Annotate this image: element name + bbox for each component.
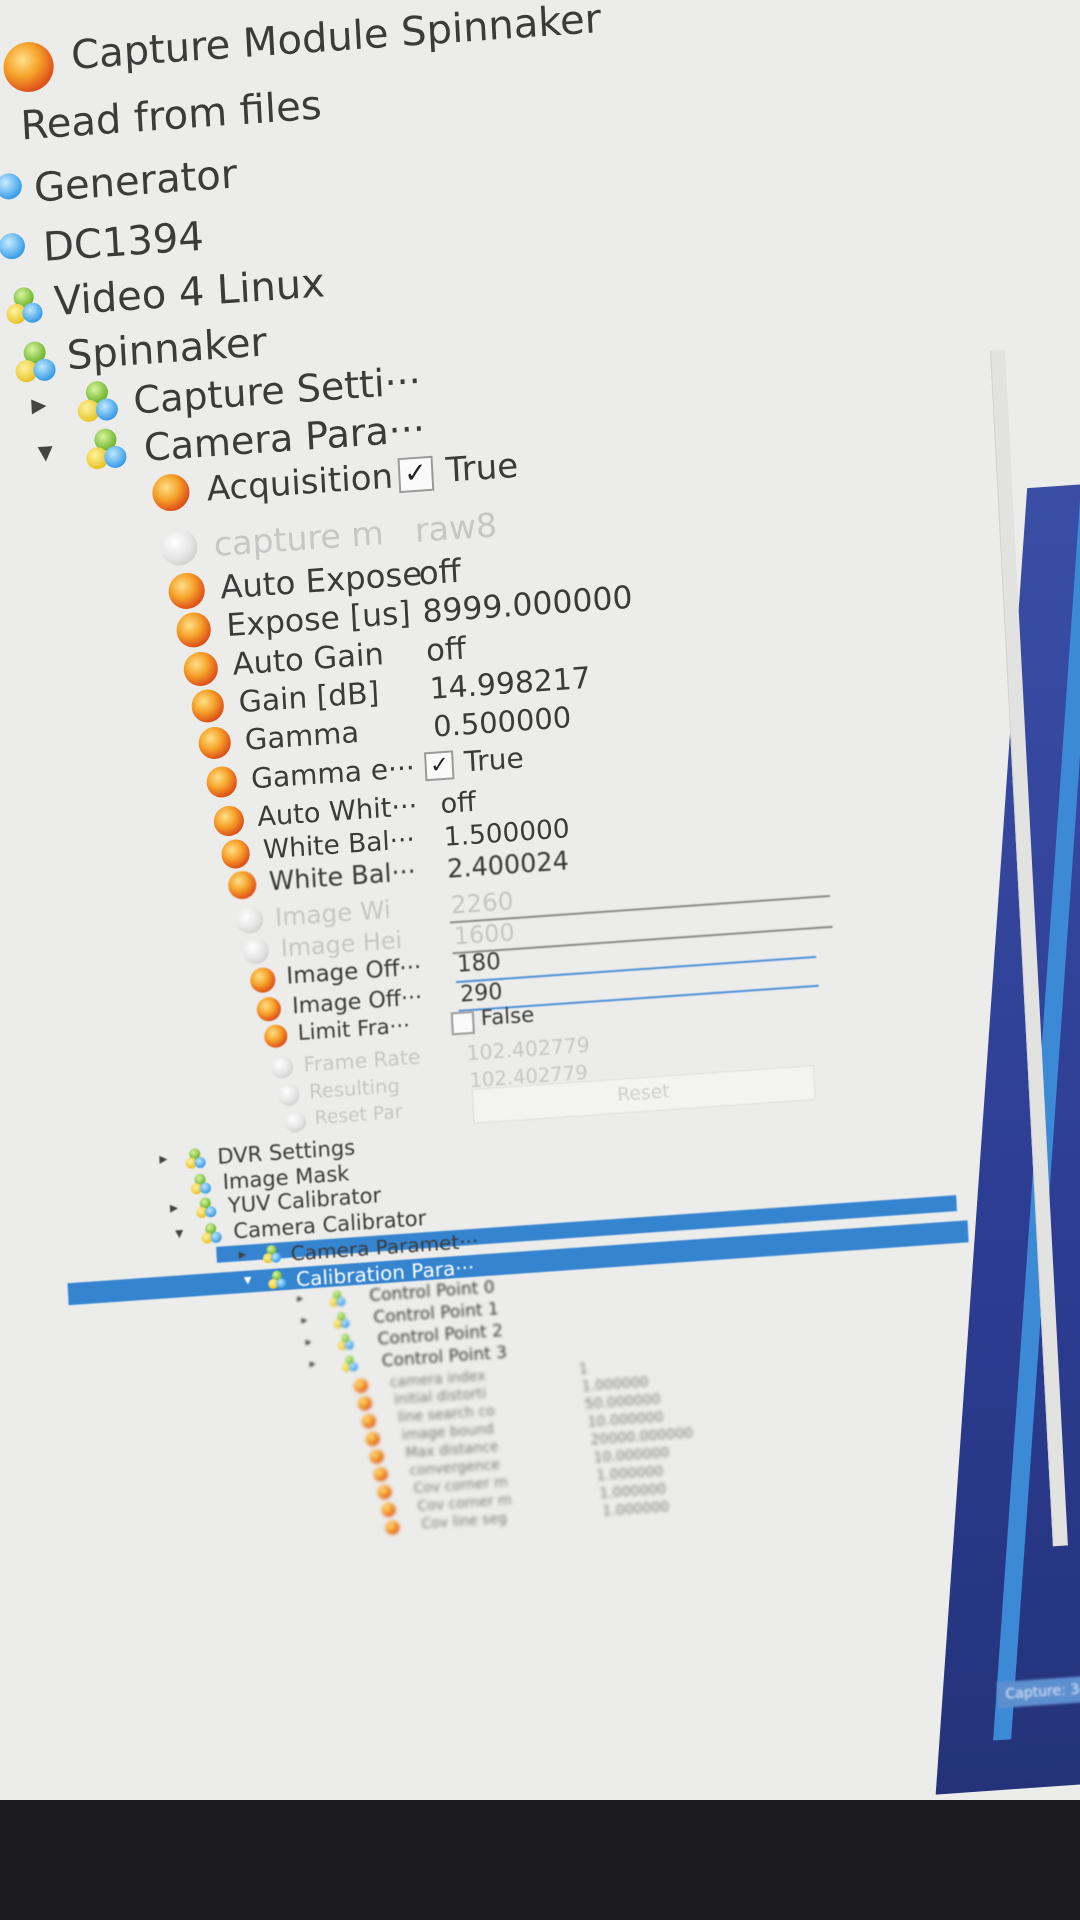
- expand-arrow-right-icon[interactable]: ▸: [159, 1148, 168, 1167]
- checked-checkbox[interactable]: ✓: [424, 750, 455, 782]
- orange-ball-icon: [2, 40, 55, 94]
- param-value: 0.500000: [432, 700, 573, 744]
- expand-arrow-down-icon[interactable]: ▾: [175, 1223, 184, 1242]
- blue-ball-icon: [0, 172, 23, 201]
- status-ball-icon: [381, 1502, 396, 1518]
- expand-arrow-right-icon[interactable]: ▸: [309, 1356, 316, 1370]
- status-ball-icon: [151, 472, 191, 513]
- cluster-icon: [268, 1270, 287, 1290]
- status-ball-icon: [190, 688, 225, 724]
- status-ball-icon: [361, 1413, 377, 1429]
- expand-arrow-right-icon[interactable]: ▸: [238, 1245, 246, 1263]
- status-ball-icon: [175, 611, 212, 649]
- tree-item-label: Spinnaker: [65, 319, 269, 380]
- scene: Capture: 34.54fps Capture Module Spinnak…: [0, 0, 1080, 1795]
- slider-value[interactable]: 1600: [453, 918, 515, 950]
- cluster-icon: [341, 1355, 359, 1373]
- checkbox-value: True: [444, 445, 520, 491]
- param-label: Resulting: [308, 1074, 401, 1104]
- status-ball-icon: [369, 1449, 385, 1465]
- expand-arrow-right-icon[interactable]: ▸: [169, 1198, 178, 1217]
- disabled-ball-icon: [242, 937, 270, 966]
- expand-arrow-down-icon[interactable]: ▾: [244, 1270, 252, 1288]
- status-ball-icon: [213, 805, 245, 837]
- status-ball-icon: [167, 571, 206, 610]
- expand-arrow-right-icon[interactable]: ▸: [30, 387, 47, 423]
- disabled-ball-icon: [159, 528, 199, 568]
- status-ball-icon: [373, 1466, 389, 1482]
- status-ball-icon: [220, 838, 251, 870]
- tree-item-label: DC1394: [41, 213, 205, 271]
- cluster-icon: [185, 1147, 206, 1169]
- checkbox-value: False: [480, 1002, 535, 1032]
- param-value: off: [417, 551, 462, 593]
- status-ball-icon: [256, 996, 282, 1023]
- cluster-icon: [333, 1311, 350, 1329]
- param-value: off: [439, 786, 477, 821]
- cluster-icon: [195, 1197, 217, 1219]
- monitor-screen: Capture: 34.54fps Capture Module Spinnak…: [0, 0, 1080, 1800]
- status-ball-icon: [227, 870, 258, 901]
- expand-arrow-right-icon[interactable]: ▸: [297, 1291, 304, 1305]
- param-value: raw8: [413, 505, 499, 550]
- disabled-ball-icon: [284, 1110, 306, 1133]
- cluster-icon: [5, 286, 44, 325]
- status-ball-icon: [182, 650, 219, 687]
- param-value: 2.400024: [446, 846, 570, 885]
- cluster-icon: [85, 427, 127, 470]
- status-ball-icon: [205, 765, 238, 799]
- param-value: 1.000000: [599, 1481, 667, 1503]
- expand-arrow-right-icon[interactable]: ▸: [305, 1334, 312, 1348]
- param-value: off: [425, 631, 467, 670]
- blue-ball-icon: [0, 232, 26, 261]
- param-label: Gamma: [244, 714, 360, 757]
- slider-value[interactable]: 180: [456, 949, 501, 978]
- tree-item-label: Read from files: [19, 82, 323, 150]
- param-value: 1: [578, 1360, 589, 1378]
- unchecked-checkbox[interactable]: [450, 1010, 476, 1036]
- expand-arrow-right-icon[interactable]: ▸: [301, 1313, 308, 1327]
- status-ball-icon: [365, 1431, 381, 1447]
- cluster-icon: [337, 1333, 354, 1351]
- param-value: 1.000000: [581, 1374, 650, 1396]
- disabled-ball-icon: [277, 1083, 300, 1107]
- param-label: White Bal···: [268, 856, 417, 898]
- cluster-icon: [190, 1173, 212, 1195]
- param-value: 1.000000: [596, 1463, 664, 1485]
- tree-item-label: Capture Module Spinnaker: [69, 0, 603, 79]
- status-ball-icon: [385, 1520, 400, 1536]
- disabled-ball-icon: [234, 905, 264, 935]
- param-value: 1.000000: [602, 1499, 670, 1520]
- status-ball-icon: [353, 1378, 369, 1394]
- cluster-icon: [262, 1244, 282, 1264]
- slider-value[interactable]: 2260: [450, 886, 514, 919]
- status-ball-icon: [197, 725, 232, 760]
- status-ball-icon: [249, 966, 276, 994]
- cluster-icon: [14, 340, 57, 383]
- cluster-icon: [329, 1290, 346, 1307]
- status-ball-icon: [263, 1023, 288, 1049]
- slider-value[interactable]: 290: [460, 979, 504, 1008]
- status-ball-icon: [357, 1396, 373, 1411]
- disabled-ball-icon: [270, 1055, 295, 1080]
- expand-arrow-down-icon[interactable]: ▾: [37, 434, 54, 470]
- status-ball-icon: [377, 1484, 392, 1500]
- checkbox-value: True: [463, 741, 525, 779]
- param-label: Reset Par: [314, 1101, 403, 1129]
- checked-checkbox[interactable]: ✓: [397, 455, 434, 493]
- tree-item-label: Generator: [32, 151, 239, 212]
- param-label: Gamma e···: [250, 751, 416, 796]
- cluster-icon: [201, 1222, 222, 1244]
- param-label: Limit Fra···: [297, 1013, 411, 1047]
- cluster-icon: [76, 380, 119, 423]
